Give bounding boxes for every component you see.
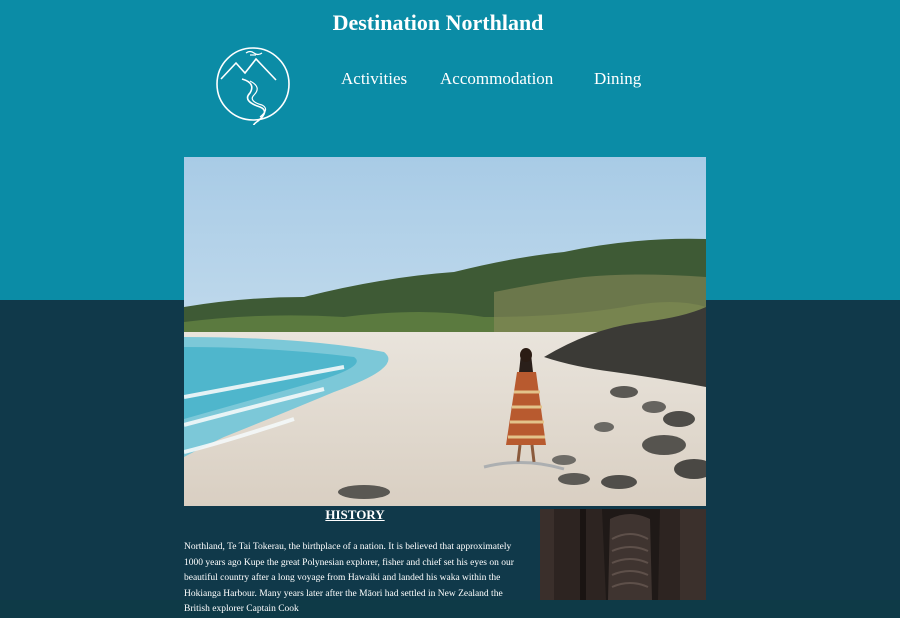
nav-accommodation[interactable]: Accommodation	[440, 69, 553, 89]
maori-carving-image	[540, 509, 706, 600]
nav-activities[interactable]: Activities	[341, 69, 407, 89]
mountain-river-logo-icon[interactable]	[214, 45, 292, 128]
history-heading: HISTORY	[325, 507, 385, 522]
site-title: Destination Northland	[332, 10, 544, 35]
nav-dining[interactable]: Dining	[594, 69, 641, 89]
history-text: Northland, Te Tai Tokerau, the birthplac…	[184, 542, 514, 614]
hero-image	[184, 157, 706, 506]
